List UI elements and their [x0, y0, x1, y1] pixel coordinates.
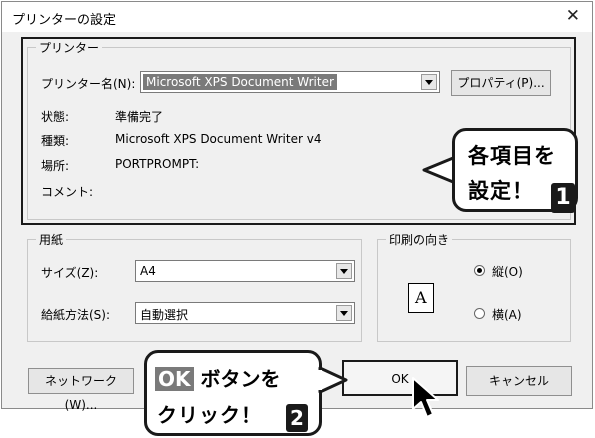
- title-bar: プリンターの設定 ✕: [2, 2, 592, 32]
- properties-button[interactable]: プロパティ(P)...: [451, 70, 551, 96]
- paper-group: 用紙: [27, 231, 362, 342]
- paper-size-select[interactable]: A4: [135, 260, 355, 282]
- chevron-down-icon[interactable]: [421, 74, 437, 90]
- portrait-label[interactable]: 縦(O): [492, 263, 523, 280]
- mouse-cursor-icon: [412, 377, 439, 418]
- cancel-button[interactable]: キャンセル: [466, 366, 572, 396]
- close-icon[interactable]: ✕: [566, 6, 580, 26]
- paper-source-label: 給紙方法(S):: [41, 308, 111, 322]
- printer-name-label: プリンター名(N):: [41, 77, 136, 91]
- settings-callout-line2: 設定！: [468, 179, 534, 203]
- paper-group-label: 用紙: [36, 231, 67, 248]
- landscape-label[interactable]: 横(A): [492, 306, 522, 323]
- dialog-title: プリンターの設定: [12, 13, 117, 28]
- network-button[interactable]: ネットワーク(W)...: [28, 368, 134, 412]
- ok-callout-line1: OK ボタンを: [155, 363, 280, 392]
- ok-callout-line1-rest: ボタンを: [200, 367, 281, 391]
- ok-callout-highlight: OK: [155, 367, 194, 391]
- ok-callout-pointer: [318, 366, 348, 394]
- chevron-down-icon[interactable]: [336, 263, 352, 279]
- status-label: 状態:: [41, 110, 70, 124]
- paper-size-value: A4: [140, 264, 156, 278]
- type-label: 種類:: [41, 134, 70, 148]
- printer-name-value: Microsoft XPS Document Writer: [143, 74, 337, 90]
- chevron-down-icon[interactable]: [336, 305, 352, 321]
- paper-source-value: 自動選択: [140, 308, 189, 322]
- location-label: 場所:: [41, 159, 70, 173]
- orientation-preview-icon: A: [408, 283, 434, 313]
- orientation-group: 印刷の向き: [377, 231, 571, 342]
- location-value: PORTPROMPT:: [115, 157, 200, 171]
- status-value: 準備完了: [115, 110, 164, 124]
- settings-callout-line1: 各項目を: [468, 144, 556, 168]
- ok-callout-line2: クリック！: [157, 403, 262, 427]
- settings-step-badge: 1: [551, 183, 575, 213]
- paper-size-label: サイズ(Z):: [41, 266, 99, 280]
- printer-name-select[interactable]: Microsoft XPS Document Writer: [140, 71, 440, 93]
- printer-group-label: プリンター: [36, 39, 103, 56]
- paper-source-select[interactable]: 自動選択: [135, 302, 355, 324]
- landscape-radio[interactable]: [474, 308, 485, 319]
- comment-label: コメント:: [41, 185, 94, 199]
- ok-step-badge: 2: [286, 404, 308, 432]
- type-value: Microsoft XPS Document Writer v4: [115, 132, 322, 146]
- portrait-radio[interactable]: [474, 265, 485, 276]
- orientation-group-label: 印刷の向き: [386, 231, 453, 248]
- orientation-preview-letter: A: [415, 288, 427, 307]
